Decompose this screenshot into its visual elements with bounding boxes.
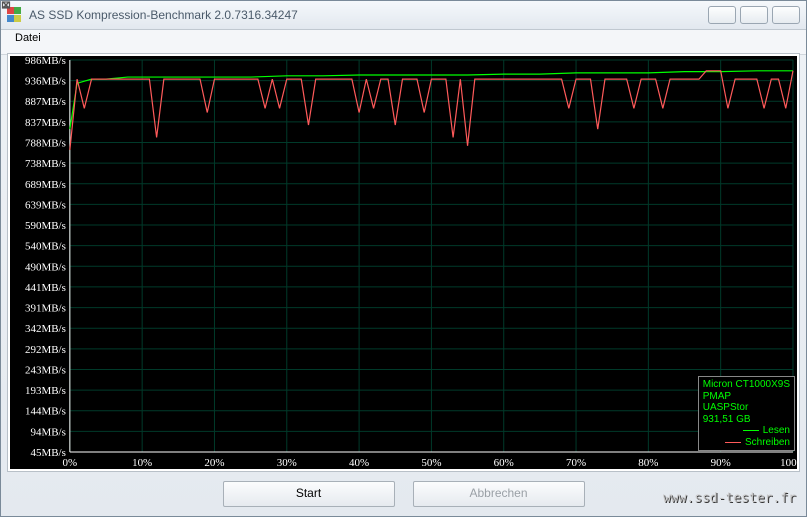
svg-text:40%: 40% bbox=[349, 457, 369, 469]
minimize-button[interactable] bbox=[708, 6, 736, 24]
chart-svg: 986MB/s 936MB/s 887MB/s 837MB/s 788MB/s 738MB… bbox=[10, 56, 797, 470]
app-window: AS SSD Kompression-Benchmark 2.0.7316.34… bbox=[0, 0, 807, 517]
svg-text:90%: 90% bbox=[711, 457, 731, 469]
svg-text:689MB/s: 689MB/s bbox=[25, 179, 66, 191]
svg-text:639MB/s: 639MB/s bbox=[25, 199, 66, 211]
watermark: www.ssd-tester.fr bbox=[663, 491, 796, 506]
svg-text:936MB/s: 936MB/s bbox=[25, 76, 66, 88]
svg-text:80%: 80% bbox=[638, 457, 658, 469]
legend-read: Lesen bbox=[703, 425, 790, 437]
svg-text:540MB/s: 540MB/s bbox=[25, 241, 66, 253]
svg-text:887MB/s: 887MB/s bbox=[25, 96, 66, 108]
svg-text:94MB/s: 94MB/s bbox=[30, 426, 65, 438]
svg-text:20%: 20% bbox=[204, 457, 224, 469]
svg-text:292MB/s: 292MB/s bbox=[25, 344, 66, 356]
svg-text:441MB/s: 441MB/s bbox=[25, 282, 66, 294]
legend-capacity: 931,51 GB bbox=[703, 414, 790, 426]
window-title: AS SSD Kompression-Benchmark 2.0.7316.34… bbox=[29, 8, 298, 22]
abort-button: Abbrechen bbox=[413, 481, 585, 507]
svg-text:837MB/s: 837MB/s bbox=[25, 117, 66, 129]
legend-controller: UASPStor bbox=[703, 402, 790, 414]
menu-datei[interactable]: Datei bbox=[9, 30, 47, 46]
maximize-button[interactable] bbox=[740, 6, 768, 24]
svg-text:60%: 60% bbox=[494, 457, 514, 469]
svg-text:45MB/s: 45MB/s bbox=[30, 447, 65, 459]
svg-text:986MB/s: 986MB/s bbox=[25, 56, 66, 67]
svg-text:342MB/s: 342MB/s bbox=[25, 323, 66, 335]
svg-text:193MB/s: 193MB/s bbox=[25, 385, 66, 397]
chart: 986MB/s 936MB/s 887MB/s 837MB/s 788MB/s 738MB… bbox=[10, 56, 797, 469]
svg-text:30%: 30% bbox=[277, 457, 297, 469]
legend-write: Schreiben bbox=[703, 437, 790, 449]
close-button[interactable] bbox=[772, 6, 800, 24]
legend: Micron CT1000X9S PMAP UASPStor 931,51 GB… bbox=[698, 376, 795, 451]
svg-text:391MB/s: 391MB/s bbox=[25, 303, 66, 315]
svg-text:738MB/s: 738MB/s bbox=[25, 158, 66, 170]
svg-text:590MB/s: 590MB/s bbox=[25, 220, 66, 232]
svg-text:70%: 70% bbox=[566, 457, 586, 469]
svg-text:50%: 50% bbox=[421, 457, 441, 469]
titlebar: AS SSD Kompression-Benchmark 2.0.7316.34… bbox=[1, 1, 806, 30]
start-button[interactable]: Start bbox=[223, 481, 395, 507]
svg-text:0%: 0% bbox=[63, 457, 78, 469]
svg-text:490MB/s: 490MB/s bbox=[25, 261, 66, 273]
window-buttons bbox=[708, 6, 800, 24]
svg-text:788MB/s: 788MB/s bbox=[25, 138, 66, 150]
svg-text:10%: 10% bbox=[132, 457, 152, 469]
svg-text:100%: 100% bbox=[780, 457, 797, 469]
svg-text:144MB/s: 144MB/s bbox=[25, 406, 66, 418]
legend-device: Micron CT1000X9S bbox=[703, 379, 790, 391]
chart-panel: 986MB/s 936MB/s 887MB/s 837MB/s 788MB/s 738MB… bbox=[7, 53, 800, 472]
svg-text:243MB/s: 243MB/s bbox=[25, 364, 66, 376]
legend-pmap: PMAP bbox=[703, 391, 790, 403]
app-icon bbox=[7, 7, 23, 23]
menubar: Datei bbox=[1, 30, 806, 55]
